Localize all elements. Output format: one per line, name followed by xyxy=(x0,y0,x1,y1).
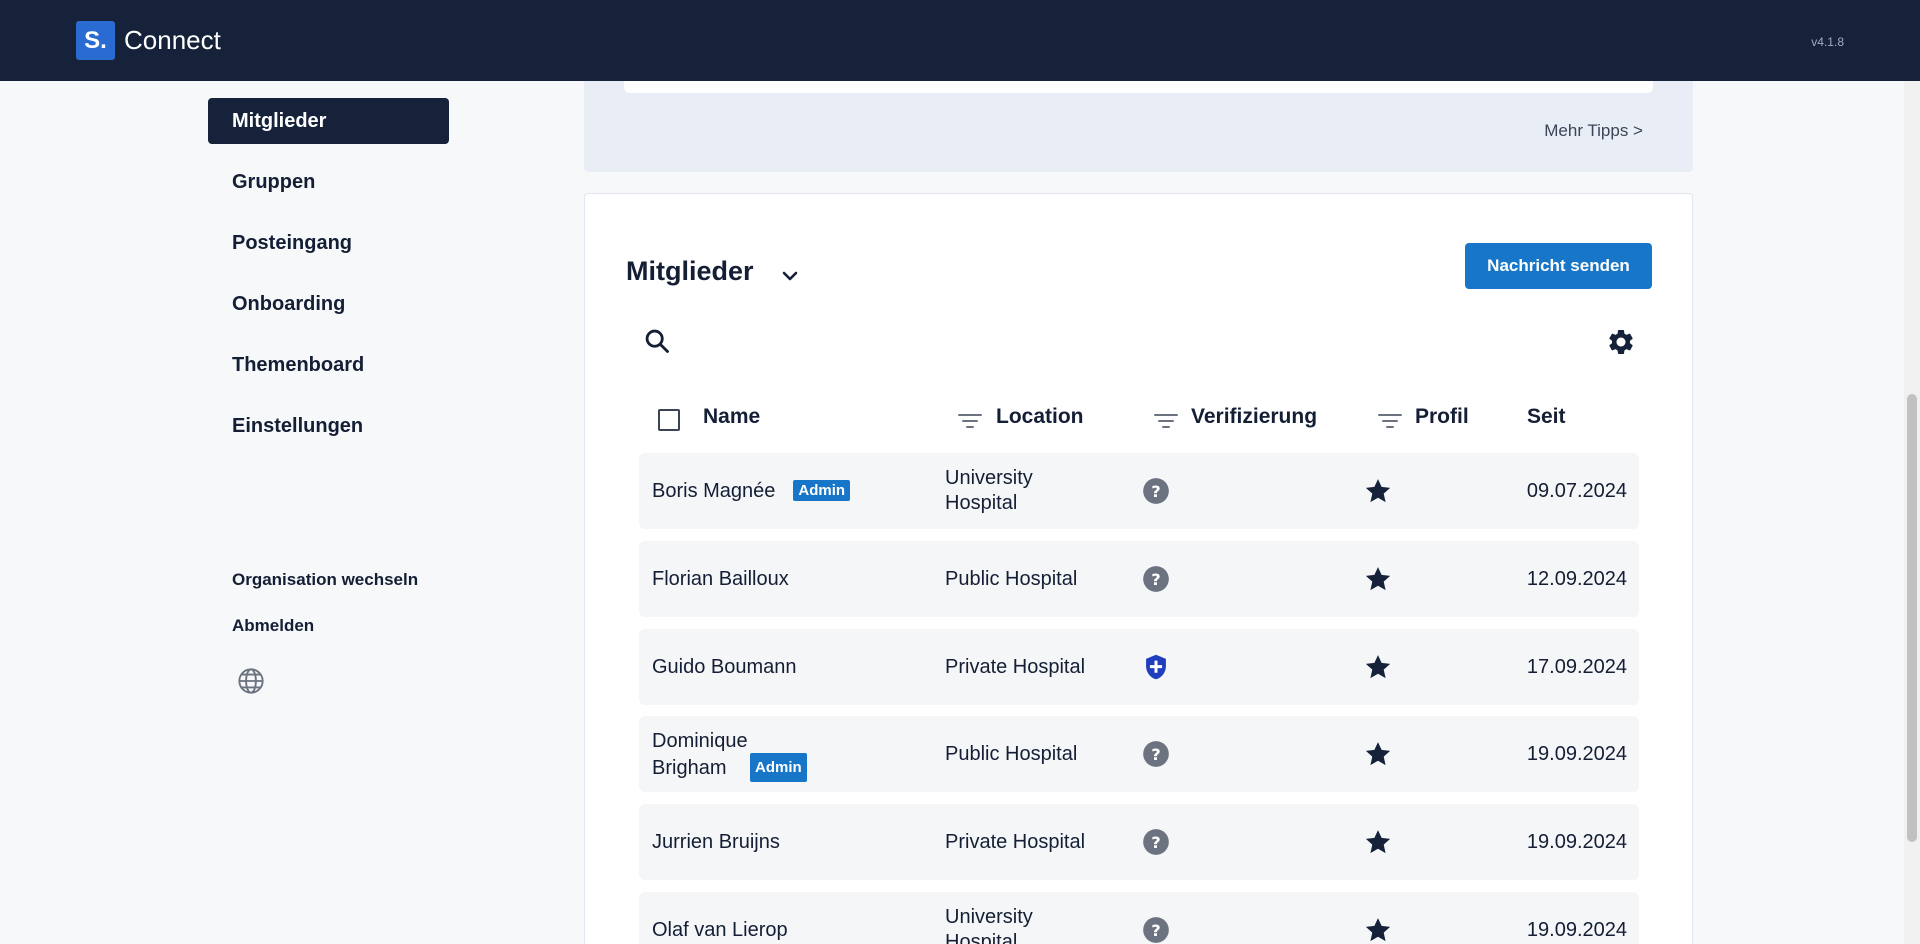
member-location: University Hospital xyxy=(945,906,1033,944)
question-icon: ? xyxy=(1143,741,1169,767)
member-name: Olaf van Lierop xyxy=(652,918,788,941)
svg-text:?: ? xyxy=(1151,745,1160,764)
svg-text:?: ? xyxy=(1151,833,1160,852)
member-name: Boris Magnée xyxy=(652,479,776,502)
admin-badge: Admin xyxy=(793,479,851,501)
member-name-cell: Florian Bailloux xyxy=(652,541,932,617)
member-location: University Hospital xyxy=(945,467,1033,514)
send-message-button[interactable]: Nachricht senden xyxy=(1465,243,1652,289)
chevron-down-icon[interactable] xyxy=(778,264,802,288)
star-icon[interactable] xyxy=(1364,477,1392,505)
app-logo[interactable]: S. xyxy=(76,21,115,60)
filter-location-icon[interactable] xyxy=(957,410,983,432)
table-row[interactable]: Boris Magnée Admin University Hospital ?… xyxy=(639,453,1639,529)
sidebar-item-posteingang[interactable]: Posteingang xyxy=(208,220,449,266)
member-since: 09.07.2024 xyxy=(1526,479,1627,502)
tips-card xyxy=(624,81,1653,93)
member-location: Public Hospital xyxy=(945,742,1078,765)
member-since: 19.09.2024 xyxy=(1526,918,1627,941)
column-location[interactable]: Location xyxy=(996,405,1084,429)
logout-link[interactable]: Abmelden xyxy=(232,616,418,636)
star-icon[interactable] xyxy=(1364,916,1392,944)
members-panel: Mitglieder Nachricht senden Name Locatio… xyxy=(584,193,1693,944)
member-location: Private Hospital xyxy=(945,655,1086,678)
sidebar-nav: Mitglieder Gruppen Posteingang Onboardin… xyxy=(208,98,449,464)
globe-icon[interactable] xyxy=(237,667,265,695)
member-name: Jurrien Bruijns xyxy=(652,830,780,853)
column-since[interactable]: Seit xyxy=(1527,405,1566,429)
members-title: Mitglieder xyxy=(626,256,754,286)
star-icon[interactable] xyxy=(1364,565,1392,593)
member-name-cell: Boris Magnée Admin xyxy=(652,453,932,529)
member-since: 12.09.2024 xyxy=(1526,567,1627,590)
question-icon: ? xyxy=(1143,917,1169,943)
member-name: Dominique Brigham xyxy=(652,730,748,779)
table-header: Name Location Verifizierung Profil Seit xyxy=(639,399,1639,439)
more-tips-link[interactable]: Mehr Tipps > xyxy=(1544,121,1643,141)
member-location: Private Hospital xyxy=(945,830,1086,853)
app-version: v4.1.8 xyxy=(1811,35,1844,49)
search-icon[interactable] xyxy=(643,327,671,355)
filter-profile-icon[interactable] xyxy=(1377,410,1403,432)
member-name-cell: Guido Boumann xyxy=(652,629,932,705)
tips-box: Mehr Tipps > xyxy=(584,81,1693,172)
sidebar-item-mitglieder[interactable]: Mitglieder xyxy=(208,98,449,144)
question-icon: ? xyxy=(1143,829,1169,855)
column-profile[interactable]: Profil xyxy=(1415,405,1469,429)
member-name-cell: Olaf van Lierop xyxy=(652,892,932,944)
question-icon: ? xyxy=(1143,566,1169,592)
sidebar-lower: Organisation wechseln Abmelden xyxy=(232,570,418,662)
member-location: Public Hospital xyxy=(945,567,1078,590)
svg-text:?: ? xyxy=(1151,482,1160,501)
filter-verification-icon[interactable] xyxy=(1153,410,1179,432)
table-row[interactable]: Dominique Brigham Admin Public Hospital … xyxy=(639,716,1639,792)
member-since: 17.09.2024 xyxy=(1526,655,1627,678)
scrollbar-thumb[interactable] xyxy=(1907,394,1917,842)
top-bar: S. Connect v4.1.8 xyxy=(0,0,1920,81)
shield-plus-icon xyxy=(1146,654,1166,680)
star-icon[interactable] xyxy=(1364,828,1392,856)
table-row[interactable]: Jurrien Bruijns Private Hospital ? 19.09… xyxy=(639,804,1639,880)
question-icon: ? xyxy=(1143,478,1169,504)
sidebar-item-onboarding[interactable]: Onboarding xyxy=(208,281,449,327)
sidebar-item-gruppen[interactable]: Gruppen xyxy=(208,159,449,205)
svg-text:?: ? xyxy=(1151,570,1160,589)
app-name: Connect xyxy=(124,25,221,55)
member-name: Florian Bailloux xyxy=(652,567,789,590)
member-name-cell: Jurrien Bruijns xyxy=(652,804,932,880)
table-row[interactable]: Olaf van Lierop University Hospital ? 19… xyxy=(639,892,1639,944)
gear-icon[interactable] xyxy=(1606,327,1636,357)
sidebar-item-einstellungen[interactable]: Einstellungen xyxy=(208,403,449,449)
column-name[interactable]: Name xyxy=(703,405,760,429)
table-row[interactable]: Guido Boumann Private Hospital 17.09.202… xyxy=(639,629,1639,705)
member-since: 19.09.2024 xyxy=(1526,830,1627,853)
member-name-cell: Dominique Brigham Admin xyxy=(652,716,822,792)
page-scrollbar[interactable] xyxy=(1904,81,1920,944)
admin-badge: Admin xyxy=(750,753,807,782)
star-icon[interactable] xyxy=(1364,653,1392,681)
switch-organisation-link[interactable]: Organisation wechseln xyxy=(232,570,418,590)
column-verification[interactable]: Verifizierung xyxy=(1191,405,1317,429)
sidebar-item-themenboard[interactable]: Themenboard xyxy=(208,342,449,388)
member-name: Guido Boumann xyxy=(652,655,797,678)
member-since: 19.09.2024 xyxy=(1526,742,1627,765)
table-row[interactable]: Florian Bailloux Public Hospital ? 12.09… xyxy=(639,541,1639,617)
star-icon[interactable] xyxy=(1364,740,1392,768)
select-all-checkbox[interactable] xyxy=(658,409,680,431)
svg-text:?: ? xyxy=(1151,921,1160,940)
